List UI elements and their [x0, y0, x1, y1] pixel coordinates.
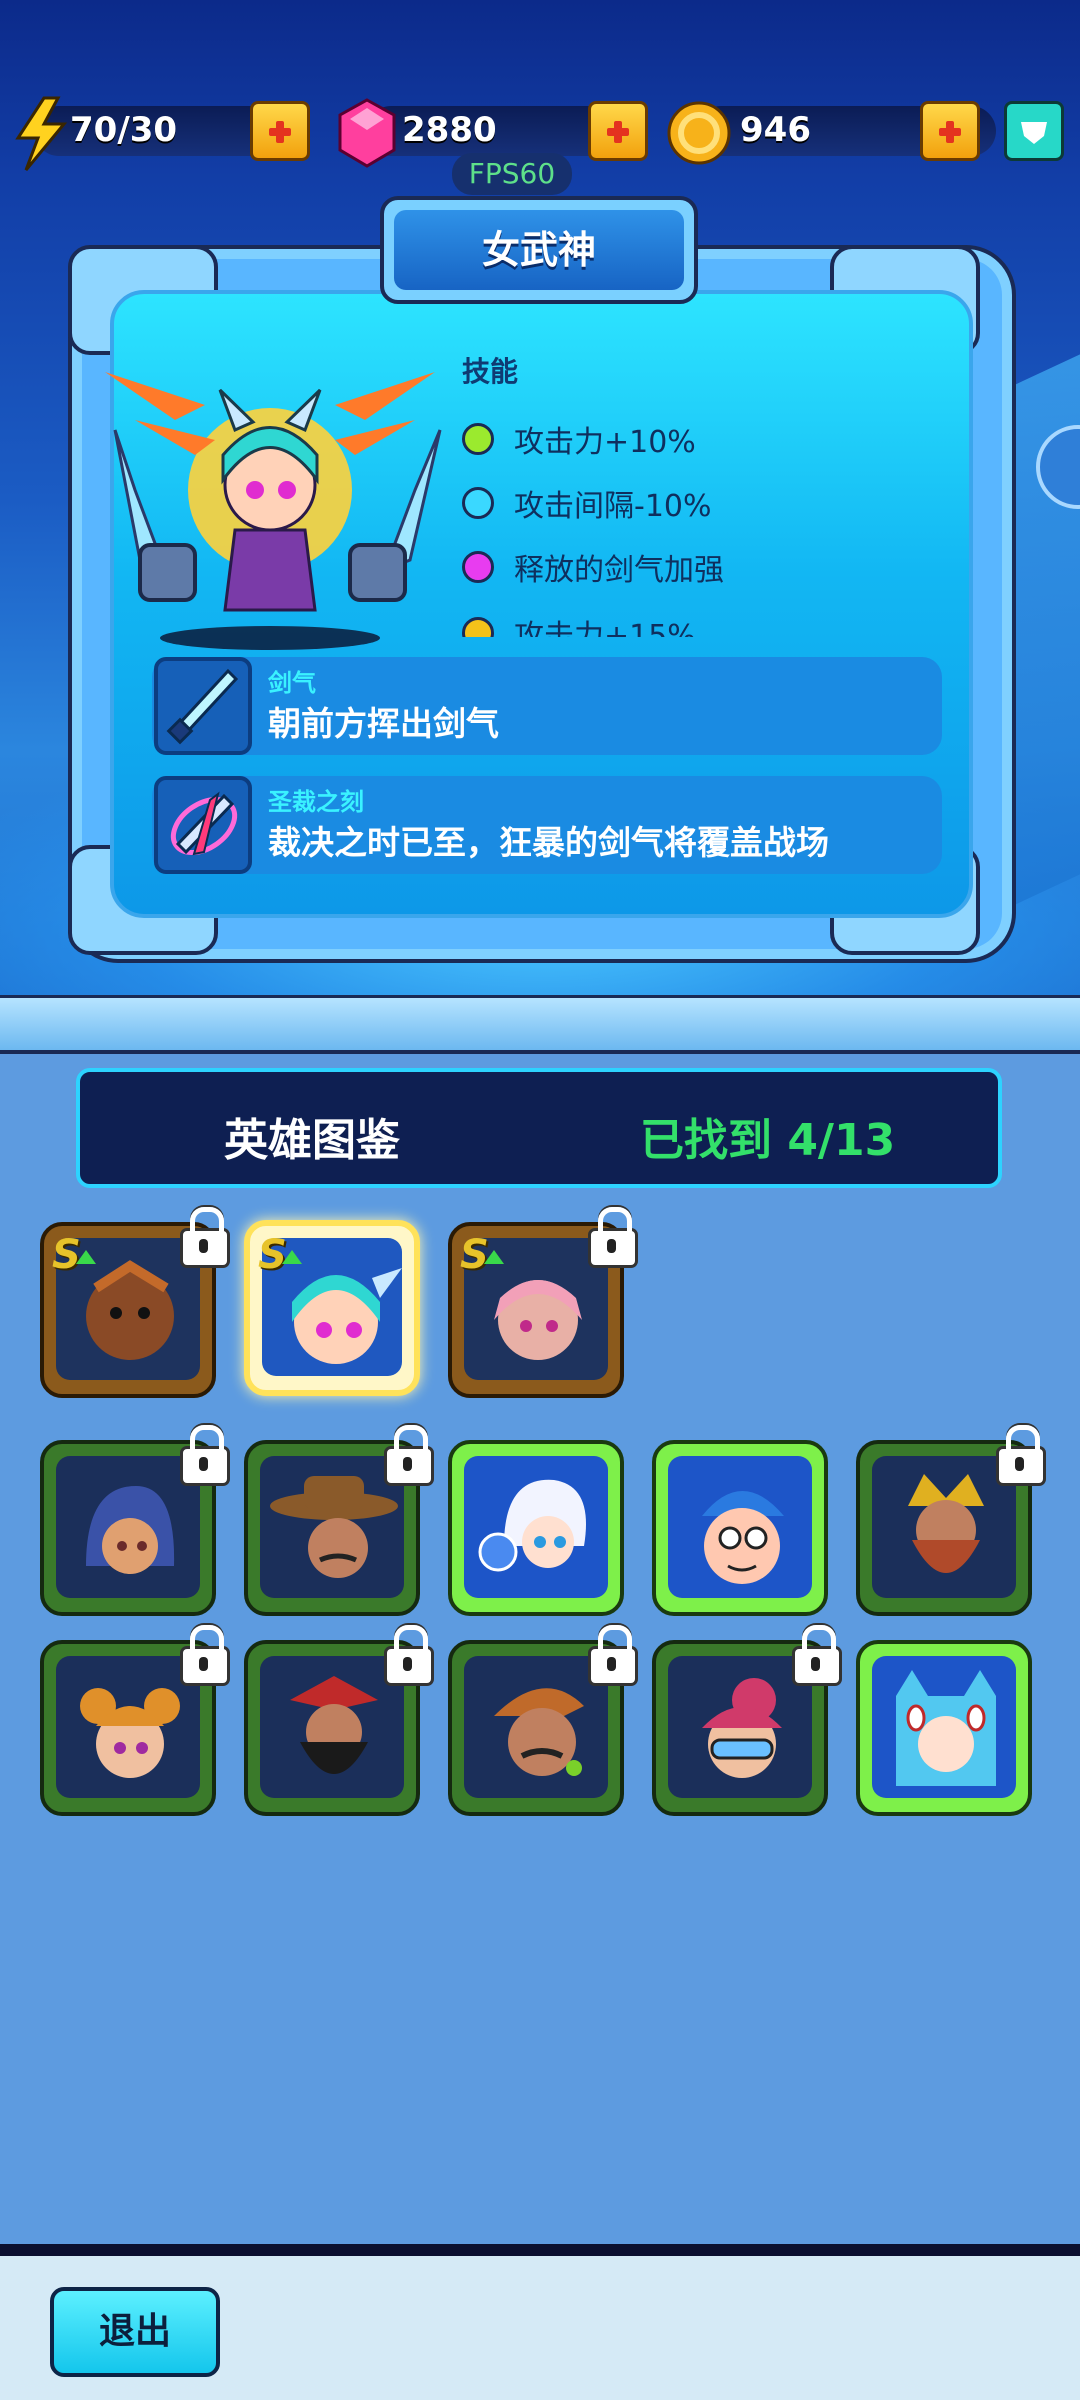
ability-name: 圣裁之刻	[268, 788, 364, 816]
lock-icon	[384, 1425, 434, 1486]
panel-divider	[0, 995, 1080, 1054]
coin-value: 946	[740, 110, 811, 150]
skill-dot-green	[462, 423, 494, 455]
ability-name: 剑气	[268, 669, 316, 697]
add-coins-button[interactable]	[920, 101, 980, 161]
hero-tile-white-hair-gunner[interactable]	[448, 1440, 624, 1616]
hero-face	[668, 1656, 812, 1798]
skill-text: 释放的剑气加强	[514, 553, 724, 588]
fps-counter: FPS60	[452, 153, 572, 195]
hero-title-plate: 女武神	[380, 196, 698, 304]
lock-icon	[180, 1425, 230, 1486]
crossed-swords-icon	[154, 776, 252, 874]
hero-face	[668, 1456, 812, 1598]
gem-value: 2880	[402, 110, 497, 150]
add-energy-button[interactable]	[250, 101, 310, 161]
skill-text: 攻击间隔-10%	[514, 489, 712, 524]
ability-card[interactable]: 圣裁之刻 裁决之时已至，狂暴的剑气将覆盖战场	[152, 776, 942, 874]
hero-tile-monkey-warrior[interactable]: S	[40, 1207, 230, 1398]
hero-face	[872, 1656, 1016, 1798]
lock-icon	[588, 1207, 638, 1268]
skill-item: 释放的剑气加强	[462, 545, 724, 589]
lock-icon	[792, 1625, 842, 1686]
ability-card[interactable]: 剑气 朝前方挥出剑气	[152, 657, 942, 755]
ability-desc: 裁决之时已至，狂暴的剑气将覆盖战场	[268, 823, 829, 862]
hero-face	[260, 1656, 404, 1798]
add-gems-button[interactable]	[588, 101, 648, 161]
skill-dot-yellow	[462, 617, 494, 637]
shield-icon	[1021, 122, 1047, 144]
valkyrie-portrait	[105, 372, 442, 650]
skill-text: 攻击力+10%	[514, 425, 696, 460]
hero-face	[56, 1656, 200, 1798]
hero-face	[464, 1456, 608, 1598]
lock-icon	[588, 1625, 638, 1686]
hero-face	[56, 1456, 200, 1598]
s-rank-badge: S	[52, 1232, 102, 1278]
skill-dot-magenta	[462, 551, 494, 583]
hero-tile-hooded-ninja[interactable]	[40, 1425, 230, 1616]
hero-tile-cap-man[interactable]	[652, 1440, 828, 1616]
energy-value: 70/30	[70, 110, 178, 150]
hero-tile-pirate[interactable]	[244, 1625, 434, 1816]
skill-text: 攻击力+15%	[514, 619, 696, 637]
coin-icon	[667, 101, 731, 165]
skill-item: 攻击力+15%	[462, 611, 696, 637]
exit-button[interactable]: 退出	[50, 2287, 220, 2377]
lock-icon	[180, 1207, 230, 1268]
s-rank-badge: S	[460, 1232, 510, 1278]
hero-tile-mustache-man[interactable]	[448, 1625, 638, 1816]
s-rank-badge: S	[258, 1232, 308, 1278]
lock-icon	[996, 1425, 1046, 1486]
hero-face	[464, 1656, 608, 1798]
skills-title: 技能	[462, 355, 519, 388]
hero-tile-pink-hair-girl[interactable]: S	[448, 1207, 638, 1398]
hero-face	[872, 1456, 1016, 1598]
ability-desc: 朝前方挥出剑气	[268, 704, 499, 743]
hero-tile-headphone-girl[interactable]	[40, 1625, 230, 1816]
hero-tile-bearded-king[interactable]	[856, 1425, 1046, 1616]
hero-name: 女武神	[394, 210, 684, 290]
gem-icon	[338, 98, 396, 168]
skill-dot-cyan	[462, 487, 494, 519]
skill-item: 攻击间隔-10%	[462, 481, 712, 525]
shield-button[interactable]	[1004, 101, 1064, 161]
sword-icon	[154, 657, 252, 755]
hero-collection-bar: 英雄图鉴 已找到 4/13	[76, 1068, 1002, 1188]
skill-item: 攻击力+10%	[462, 417, 696, 461]
hero-tile-valkyrie[interactable]: S	[244, 1220, 420, 1396]
lock-icon	[384, 1625, 434, 1686]
hero-tile-cowboy[interactable]	[244, 1425, 434, 1616]
hero-tile-goggle-girl[interactable]	[652, 1625, 842, 1816]
hero-face	[260, 1456, 404, 1598]
footer-divider	[0, 2244, 1080, 2256]
coin-resource: 946	[666, 96, 1076, 172]
skills-list[interactable]: 攻击力+10% 攻击间隔-10% 释放的剑气加强 攻击力+15%	[440, 405, 900, 637]
energy-resource: 70/30	[14, 96, 314, 172]
lightning-icon	[15, 96, 68, 171]
collection-label: 英雄图鉴	[224, 1115, 400, 1166]
collection-found-count: 已找到 4/13	[640, 1115, 896, 1166]
hero-tile-blue-monster[interactable]	[856, 1640, 1032, 1816]
lock-icon	[180, 1625, 230, 1686]
